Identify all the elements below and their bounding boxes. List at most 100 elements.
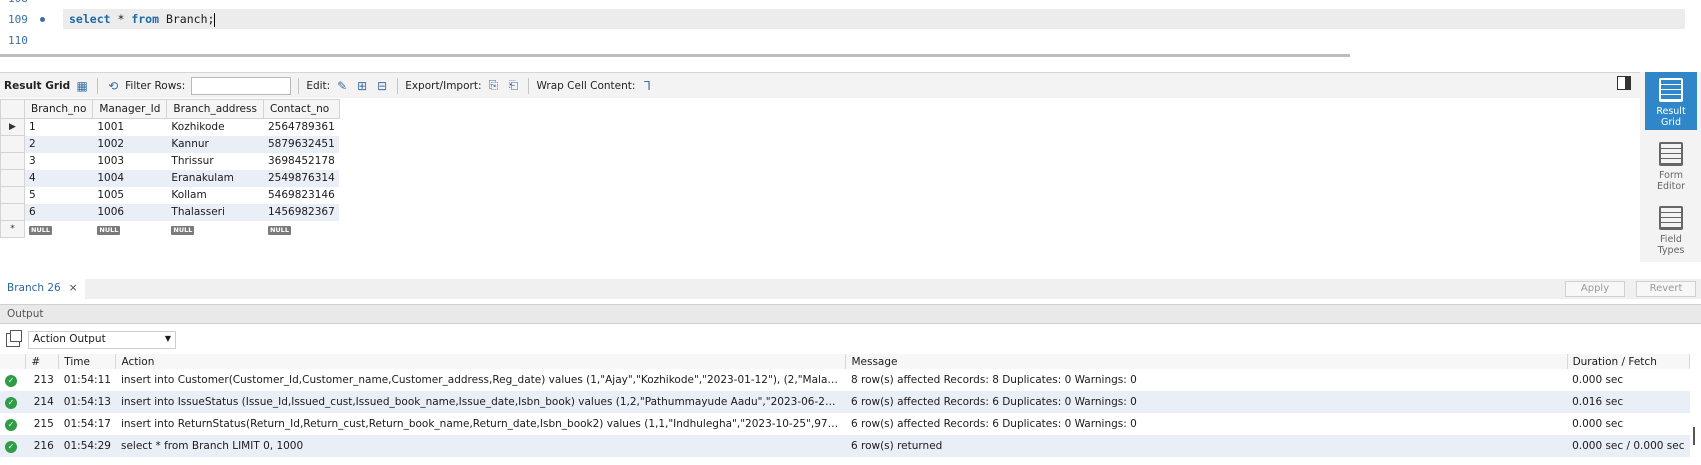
result-grid-label: Result	[1656, 106, 1686, 117]
null-cell[interactable]: NULL	[24, 220, 93, 238]
table-row[interactable]: 2 1002 Kannur 5879632451	[0, 135, 340, 153]
status-cell: ✓	[0, 391, 26, 413]
table-row[interactable]: 5 1005 Kollam 5469823146	[0, 186, 340, 204]
current-row-icon: ▶	[0, 118, 25, 136]
output-vertical-scrollbar[interactable]	[1693, 427, 1695, 445]
row-header	[0, 169, 25, 187]
tab-branch-26[interactable]: Branch 26 ×	[0, 279, 85, 299]
keyword-select: select	[69, 12, 111, 26]
output-time: 01:54:17	[58, 413, 116, 435]
output-row[interactable]: ✓ 216 01:54:29 select * from Branch LIMI…	[0, 435, 1690, 457]
field-types-button[interactable]: Field Types	[1645, 200, 1697, 258]
action-output-table[interactable]: # Time Action Message Duration / Fetch ✓…	[0, 354, 1691, 457]
table-cell[interactable]: 5	[24, 186, 93, 204]
result-toolbar: Result Grid ▦ ⟲ Filter Rows: Edit: ✎ ⊞ ⊟…	[0, 72, 1640, 98]
column-header[interactable]: Message	[845, 354, 1568, 369]
table-cell[interactable]: 2	[24, 135, 93, 153]
output-toolbar: Action Output ▼	[0, 328, 1701, 352]
wrap-cell-icon[interactable]: Ꞁ	[639, 78, 655, 94]
null-cell[interactable]: NULL	[166, 220, 264, 238]
table-cell[interactable]: Kollam	[166, 186, 264, 204]
column-header[interactable]: Manager_Id	[92, 99, 168, 119]
table-cell[interactable]: 2549876314	[263, 169, 340, 187]
column-header[interactable]: Action	[115, 354, 847, 369]
table-row[interactable]: 3 1003 Thrissur 3698452178	[0, 152, 340, 170]
table-cell[interactable]: 1002	[92, 135, 167, 153]
delete-row-icon[interactable]: ⊟	[374, 78, 390, 94]
null-cell[interactable]: NULL	[263, 220, 340, 238]
table-cell[interactable]: Kannur	[166, 135, 264, 153]
table-cell[interactable]: 3	[24, 152, 93, 170]
column-header[interactable]: Branch_no	[23, 99, 94, 119]
table-cell[interactable]: 5469823146	[263, 186, 340, 204]
result-grid-label: Result Grid	[4, 79, 71, 92]
output-num: 214	[25, 391, 59, 413]
editor-horizontal-scrollbar[interactable]	[0, 54, 1350, 57]
output-row[interactable]: ✓ 214 01:54:13 insert into IssueStatus (…	[0, 391, 1690, 413]
grid-view-icon[interactable]: ▦	[74, 78, 90, 94]
output-time: 01:54:13	[58, 391, 116, 413]
output-row[interactable]: ✓ 215 01:54:17 insert into ReturnStatus(…	[0, 413, 1690, 435]
column-header[interactable]: Duration / Fetch	[1567, 354, 1691, 369]
code-text: *	[110, 12, 132, 26]
table-cell[interactable]: 1456982367	[263, 203, 340, 221]
table-cell[interactable]: 1	[24, 118, 93, 136]
table-cell[interactable]: Kozhikode	[166, 118, 264, 136]
apply-button[interactable]: Apply	[1565, 281, 1625, 297]
table-cell[interactable]: 2564789361	[263, 118, 340, 136]
output-message: 6 row(s) affected Records: 6 Duplicates:…	[845, 413, 1568, 435]
row-header-corner	[0, 99, 25, 119]
import-icon[interactable]: ⎗	[505, 78, 521, 94]
status-cell: ✓	[0, 413, 26, 435]
result-grid[interactable]: Branch_no Manager_Id Branch_address Cont…	[0, 99, 340, 238]
edit-label: Edit:	[306, 79, 331, 92]
close-icon[interactable]: ×	[69, 282, 78, 296]
table-cell[interactable]: 1006	[92, 203, 167, 221]
table-row[interactable]: 6 1006 Thalasseri 1456982367	[0, 203, 340, 221]
output-type-value: Action Output	[33, 333, 106, 345]
copy-icon[interactable]	[6, 330, 22, 347]
edit-row-icon[interactable]: ✎	[334, 78, 350, 94]
revert-button[interactable]: Revert	[1636, 281, 1696, 297]
column-header[interactable]: Time	[58, 354, 117, 369]
table-cell[interactable]: 1005	[92, 186, 167, 204]
line-number: 108	[8, 0, 28, 5]
table-cell[interactable]: 1001	[92, 118, 167, 136]
statement-marker-icon	[40, 17, 45, 22]
column-header[interactable]: #	[25, 354, 60, 369]
output-duration: 0.000 sec / 0.000 sec	[1567, 435, 1690, 457]
new-row-icon: *	[0, 220, 25, 238]
table-cell[interactable]: 1003	[92, 152, 167, 170]
success-icon: ✓	[5, 396, 17, 409]
add-row-icon[interactable]: ⊞	[354, 78, 370, 94]
row-header	[0, 135, 25, 153]
table-cell[interactable]: 1004	[92, 169, 167, 187]
toggle-panel-icon[interactable]	[1617, 76, 1631, 90]
table-row[interactable]: 4 1004 Eranakulam 2549876314	[0, 169, 340, 187]
refresh-icon[interactable]: ⟲	[105, 78, 121, 94]
result-grid-button[interactable]: Result Grid	[1645, 72, 1697, 130]
table-cell[interactable]: 5879632451	[263, 135, 340, 153]
column-header[interactable]: Contact_no	[262, 99, 340, 119]
grid-icon	[1659, 78, 1683, 102]
sql-editor[interactable]: 108 109 select * from Branch; 110	[0, 0, 1701, 50]
column-header[interactable]: Branch_address	[166, 99, 264, 119]
export-icon[interactable]: ⎘	[485, 78, 501, 94]
table-row[interactable]: ▶ 1 1001 Kozhikode 2564789361	[0, 118, 340, 136]
line-number: 110	[8, 34, 28, 47]
table-cell[interactable]: Thalasseri	[166, 203, 264, 221]
table-cell[interactable]: Eranakulam	[166, 169, 264, 187]
result-side-panel: Result Grid Form Editor Field Types	[1640, 72, 1701, 262]
filter-rows-input[interactable]	[191, 76, 292, 95]
code-line-active[interactable]: select * from Branch;	[63, 9, 1685, 29]
output-type-select[interactable]: Action Output ▼	[28, 331, 176, 349]
table-cell[interactable]: Thrissur	[166, 152, 264, 170]
row-header	[0, 186, 25, 204]
table-cell[interactable]: 3698452178	[263, 152, 340, 170]
null-cell[interactable]: NULL	[92, 220, 167, 238]
table-cell[interactable]: 4	[24, 169, 93, 187]
table-cell[interactable]: 6	[24, 203, 93, 221]
new-row[interactable]: * NULL NULL NULL NULL	[0, 220, 340, 238]
output-row[interactable]: ✓ 213 01:54:11 insert into Customer(Cust…	[0, 369, 1690, 391]
form-editor-button[interactable]: Form Editor	[1645, 136, 1697, 194]
